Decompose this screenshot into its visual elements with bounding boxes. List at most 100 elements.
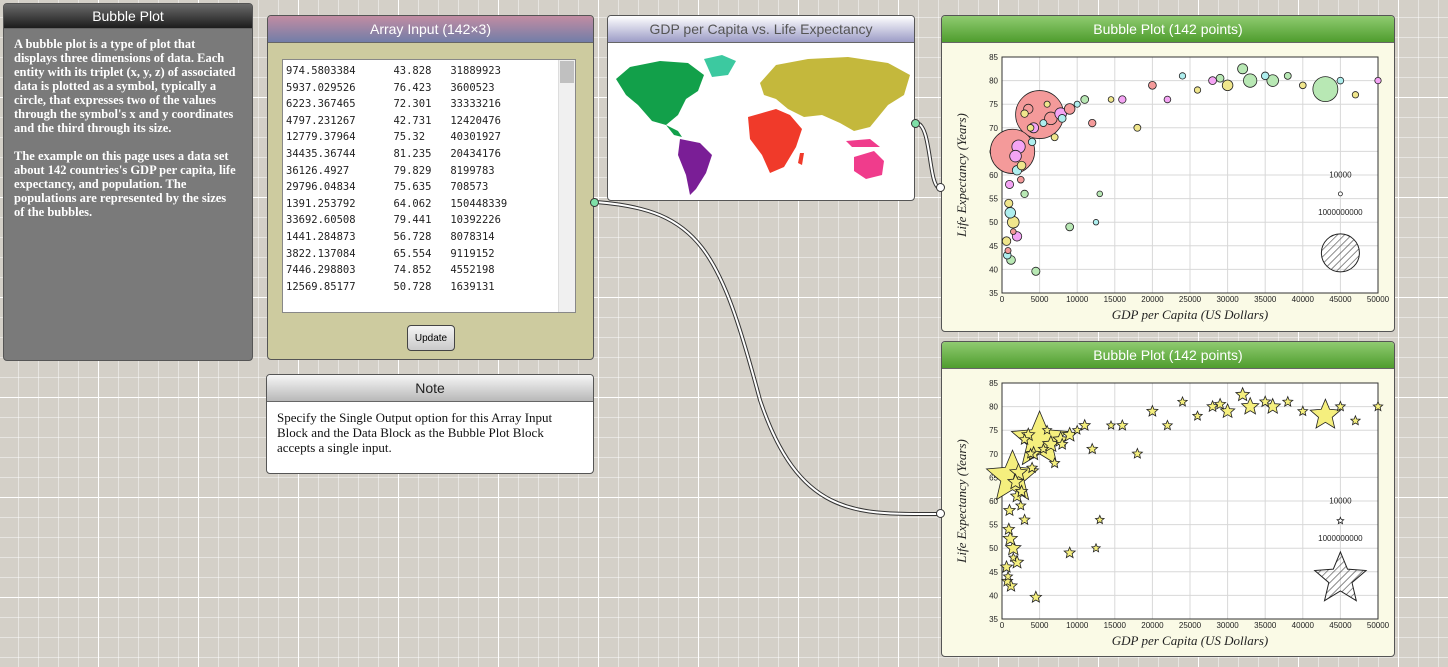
data-bubble [1088,118,1097,128]
y-tick-label: 60 [989,171,998,180]
x-tick-label: 40000 [1292,295,1315,304]
x-tick-label: 25000 [1179,295,1202,304]
y-tick-label: 80 [989,77,998,86]
y-tick-label: 55 [989,521,998,530]
data-bubble [1374,76,1382,85]
wire-map-to-plot1 [915,121,941,190]
y-tick-label: 85 [989,53,998,62]
x-tick-label: 45000 [1329,295,1352,304]
data-bubble [1016,160,1027,171]
map-block[interactable]: GDP per Capita vs. Life Expectancy [607,15,915,201]
y-tick-label: 40 [989,591,998,600]
update-button[interactable]: Update [407,325,455,351]
map-australia [854,151,884,179]
description-paragraph-2: The example on this page uses a data set… [14,149,236,219]
x-tick-label: 35000 [1254,621,1277,630]
data-bubble [1020,109,1029,118]
array-row: 3822.137084 65.554 9119152 [286,247,495,260]
array-rows: 974.5803384 43.828 31889923 5937.029526 7… [286,63,507,295]
map-title: GDP per Capita vs. Life Expectancy [608,16,914,43]
data-bubble [1009,149,1022,163]
scrollbar-thumb[interactable] [560,61,574,83]
bubble-plot-circles[interactable]: Bubble Plot (142 points) 0 5000 10000 15000… [941,15,1395,332]
data-bubble [1027,137,1037,147]
wire-array-to-plot2 [595,200,941,517]
array-input-title: Array Input (142×3) [268,16,593,43]
data-bubble [1351,91,1360,99]
plot2-title: Bubble Plot (142 points) [942,342,1394,369]
bubble-plot-stars[interactable]: Bubble Plot (142 points) 0 5000 10000 15000… [941,341,1395,657]
x-tick-label: 30000 [1216,295,1239,304]
y-tick-label: 50 [989,218,998,227]
description-block[interactable]: Bubble Plot A bubble plot is a type of p… [3,3,253,361]
data-bubble [1043,100,1051,108]
map-output-port[interactable] [911,119,920,128]
y-tick-label: 45 [989,242,998,251]
data-bubble [1133,123,1142,132]
x-tick-label: 35000 [1254,295,1277,304]
data-bubble [1026,124,1035,132]
data-bubble [1283,71,1292,80]
note-title: Note [267,375,593,402]
x-tick-label: 15000 [1104,621,1127,630]
data-bubble [1163,95,1172,104]
y-tick-label: 85 [989,379,998,388]
y-tick-label: 70 [989,124,998,133]
data-bubble [1107,96,1115,103]
array-row: 12569.85177 50.728 1639131 [286,280,495,293]
array-textarea[interactable]: 974.5803384 43.828 31889923 5937.029526 7… [282,59,576,313]
data-bubble [1208,76,1217,85]
plot1-chart: 0 5000 10000 15000 20000 25000 30000 35000 40000… [954,53,1390,322]
data-bubble [1004,198,1014,208]
data-bubble [1039,119,1048,127]
array-row: 1391.253792 64.062 150448339 [286,197,508,210]
array-row: 1441.284873 56.728 8078314 [286,230,495,243]
plot1-input-port[interactable] [936,183,945,192]
x-tick-label: 10000 [1066,621,1089,630]
map-africa [748,109,802,173]
x-axis-title: GDP per Capita (US Dollars) [1112,633,1268,648]
data-bubble [1073,100,1081,108]
data-bubble [1031,266,1041,276]
x-tick-label: 25000 [1179,621,1202,630]
array-scrollbar[interactable] [558,60,575,312]
data-bubble [1221,79,1234,92]
array-row: 7446.298803 74.852 4552198 [286,264,495,277]
array-output-port[interactable] [590,198,599,207]
plot2-input-port[interactable] [936,509,945,518]
data-bubble [1148,81,1157,90]
y-tick-label: 40 [989,265,998,274]
legend-large-label: 1000000000 [1318,208,1363,217]
data-bubble [1010,228,1017,235]
data-bubble [1020,189,1029,198]
legend-small-bubble [1337,191,1343,197]
data-bubble [1243,73,1258,88]
data-bubble [1193,86,1202,94]
legend-large-bubble [1320,233,1360,273]
y-tick-label: 70 [989,450,998,459]
array-row: 4797.231267 42.731 12420476 [286,114,501,127]
note-block[interactable]: Note Specify the Single Output option fo… [266,374,594,474]
x-tick-label: 20000 [1141,295,1164,304]
legend-small-label: 10000 [1329,170,1352,179]
array-row: 6223.367465 72.301 33333216 [286,98,501,111]
data-bubble [1118,95,1127,104]
plot2-chart: 0 5000 10000 15000 20000 25000 30000 35000 40000… [954,379,1390,648]
note-text: Specify the Single Output option for thi… [277,410,553,455]
array-input-block[interactable]: Array Input (142×3) 974.5803384 43.828 3… [267,15,594,360]
x-tick-label: 40000 [1292,621,1315,630]
x-tick-label: 20000 [1141,621,1164,630]
data-bubble [1178,72,1187,80]
description-title: Bubble Plot [4,4,252,29]
x-axis-title: GDP per Capita (US Dollars) [1112,307,1268,322]
map-central-america [666,125,682,137]
legend-small-label: 10000 [1329,496,1352,505]
data-bubble [1005,179,1015,189]
array-row: 974.5803384 43.828 31889923 [286,65,501,77]
data-bubble [1096,190,1104,198]
array-row: 34435.36744 81.235 20434176 [286,147,501,160]
data-bubble [1312,76,1339,103]
y-tick-label: 75 [989,100,998,109]
y-tick-label: 35 [989,289,998,298]
description-text: A bubble plot is a type of plot that dis… [4,29,252,241]
